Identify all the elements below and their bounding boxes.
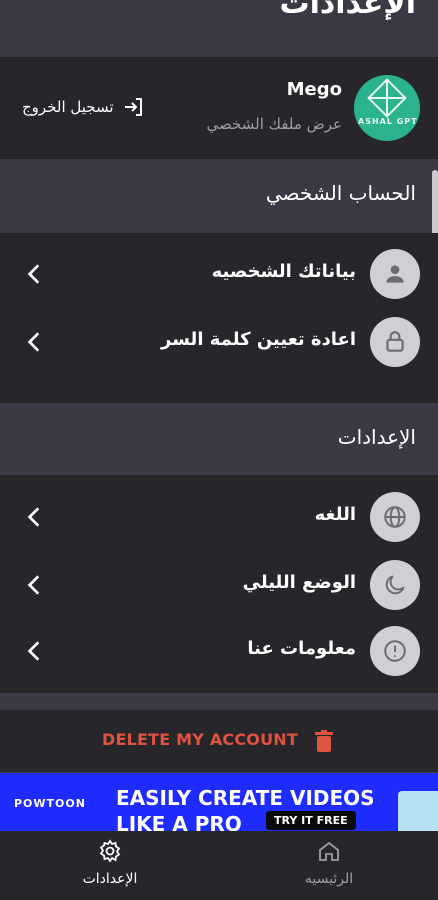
chevron-left-icon (27, 641, 40, 661)
chevron-left-icon (27, 264, 40, 284)
delete-account-button[interactable]: DELETE MY ACCOUNT (0, 710, 438, 772)
bottom-tab-bar: الإعدادات الرئيسيه (0, 831, 438, 900)
dark-mode-row[interactable]: الوضع الليلي (0, 560, 438, 610)
settings-section-title: الإعدادات (337, 425, 416, 449)
avatar-text: ASHAL GPT (358, 117, 418, 126)
profile-name: Mego (286, 79, 342, 100)
logout-button[interactable]: تسجيل الخروج (22, 95, 146, 119)
lock-icon (370, 317, 420, 367)
globe-icon (370, 492, 420, 542)
logout-icon (124, 98, 142, 116)
ad-illustration (398, 791, 438, 831)
personal-data-label: بياناتك الشخصيه (211, 261, 356, 282)
ad-cta-button[interactable]: TRY IT FREE (266, 811, 356, 830)
reset-password-row[interactable]: اعادة تعيين كلمة السر (0, 317, 438, 367)
language-row[interactable]: اللغه (0, 492, 438, 542)
ad-banner[interactable]: POWTOON EASILY CREATE VIDEOS LIKE A PRO … (0, 773, 438, 831)
person-icon (370, 249, 420, 299)
trash-icon (315, 730, 333, 752)
chevron-left-icon (27, 332, 40, 352)
scrollbar[interactable] (432, 170, 438, 240)
account-card: بياناتك الشخصيه اعادة تعيين كلمة السر (0, 233, 438, 403)
info-icon (370, 626, 420, 676)
personal-data-row[interactable]: بياناتك الشخصيه (0, 249, 438, 299)
account-section-title: الحساب الشخصي (265, 181, 416, 205)
avatar-logo-icon (367, 78, 407, 118)
chevron-left-icon (27, 575, 40, 595)
about-us-row[interactable]: معلومات عنا (0, 626, 438, 676)
home-icon (319, 841, 339, 861)
tab-home-label: الرئيسيه (304, 871, 354, 887)
avatar[interactable]: ASHAL GPT (354, 75, 420, 141)
chevron-left-icon (27, 507, 40, 527)
language-label: اللغه (314, 504, 356, 525)
settings-card: اللغه الوضع الليلي معلومات عنا (0, 475, 438, 693)
page-title: الإعدادات (279, 0, 416, 21)
delete-account-label: DELETE MY ACCOUNT (102, 730, 298, 749)
tab-settings[interactable]: الإعدادات (50, 839, 170, 887)
settings-section-header: الإعدادات (0, 403, 438, 475)
gear-icon (99, 839, 121, 863)
reset-password-label: اعادة تعيين كلمة السر (161, 329, 356, 350)
tab-settings-label: الإعدادات (82, 871, 138, 887)
tab-home[interactable]: الرئيسيه (269, 839, 389, 887)
logout-label: تسجيل الخروج (22, 98, 114, 116)
about-us-label: معلومات عنا (247, 638, 356, 659)
profile-card[interactable]: ASHAL GPT Mego عرض ملفك الشخصي تسجيل الخ… (0, 57, 438, 159)
ad-brand: POWTOON (14, 797, 86, 810)
view-profile-link[interactable]: عرض ملفك الشخصي (207, 115, 342, 133)
account-section-header: الحساب الشخصي (0, 159, 438, 233)
dark-mode-label: الوضع الليلي (242, 572, 356, 593)
moon-icon (370, 560, 420, 610)
